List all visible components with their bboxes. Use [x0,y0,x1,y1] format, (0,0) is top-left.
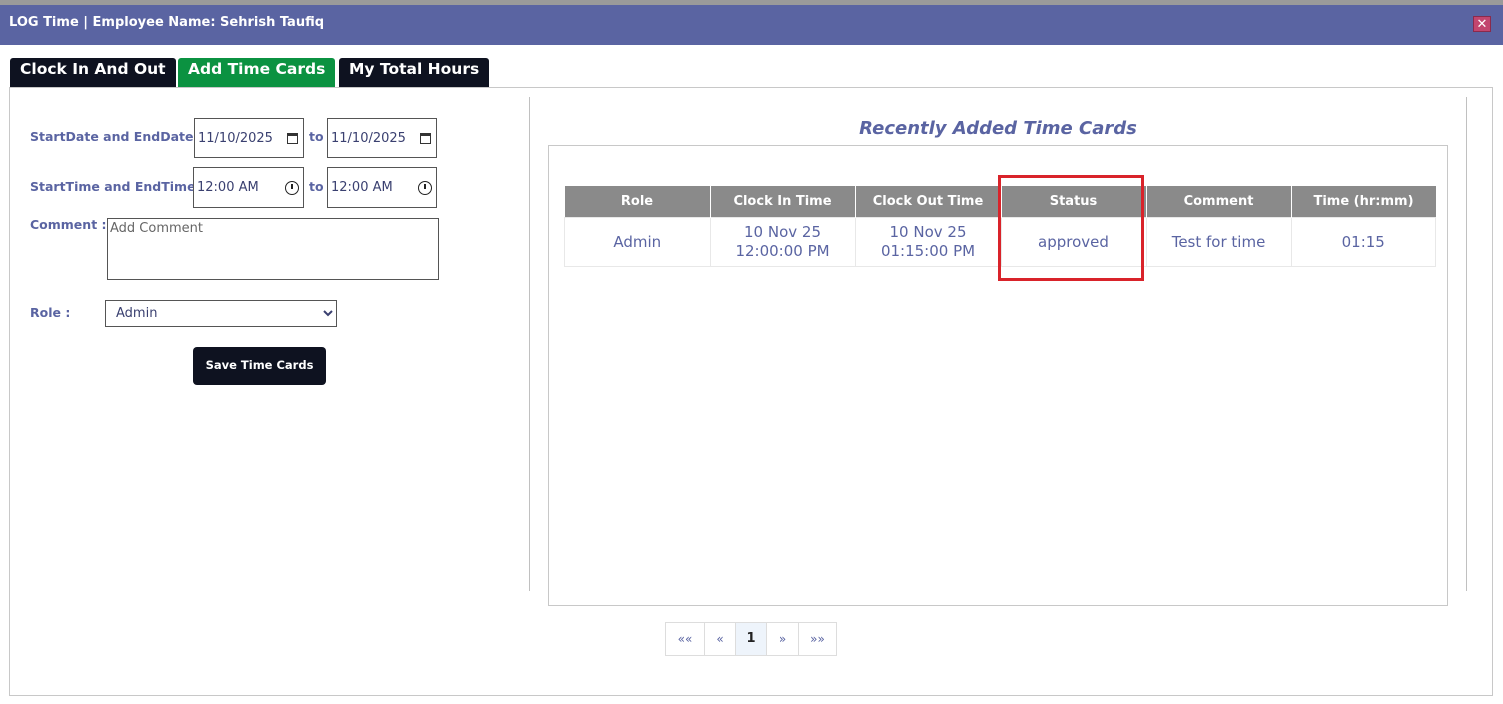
tab-clock-in-and-out[interactable]: Clock In And Out [10,58,176,87]
end-date-value: 11/10/2025 [331,130,406,146]
date-range-label: StartDate and EndDate : [30,129,203,144]
clock-icon[interactable] [418,180,432,195]
role-label: Role : [30,305,71,320]
cell-role: Admin [564,217,711,267]
col-header-clock-out: Clock Out Time [855,186,1002,218]
cell-clock-in: 10 Nov 25 12:00:00 PM [709,217,856,267]
end-time-input[interactable]: 12:00 AM [327,167,437,208]
page-next-button[interactable]: » [766,622,799,656]
clock-in-time: 12:00:00 PM [735,242,830,260]
window-titlebar: LOG Time | Employee Name: Sehrish Taufiq… [0,0,1503,45]
clock-out-date: 10 Nov 25 [889,223,967,241]
page-prev-button[interactable]: « [704,622,736,656]
comment-label: Comment : [30,217,107,232]
start-time-input[interactable]: 12:00 AM [193,167,304,208]
close-icon[interactable]: ✕ [1473,16,1491,32]
cell-comment: Test for time [1145,217,1292,267]
end-date-input[interactable]: 11/10/2025 [327,118,437,158]
col-header-time: Time (hr:mm) [1291,186,1436,218]
clock-in-date: 10 Nov 25 [744,223,821,241]
col-header-role: Role [564,186,711,218]
clock-out-time: 01:15:00 PM [880,242,976,260]
tab-add-time-cards[interactable]: Add Time Cards [178,58,336,87]
time-range-label: StartTime and EndTime : [30,179,205,194]
clock-icon[interactable] [285,180,299,195]
col-header-clock-in: Clock In Time [710,186,856,218]
status-highlight-box [998,175,1144,281]
col-header-comment: Comment [1146,186,1292,218]
save-time-cards-button[interactable]: Save Time Cards [193,347,326,385]
end-time-value: 12:00 AM [331,180,393,195]
start-date-value: 11/10/2025 [198,130,273,146]
start-time-value: 12:00 AM [197,180,259,195]
cell-time: 01:15 [1290,217,1436,267]
date-to-label: to [309,129,324,144]
role-select[interactable]: Admin [105,300,337,327]
panel-title: Recently Added Time Cards [859,118,1137,139]
page-last-button[interactable]: »» [798,622,837,656]
tab-my-total-hours[interactable]: My Total Hours [339,58,490,87]
column-divider [529,97,530,591]
cell-clock-out: 10 Nov 25 01:15:00 PM [854,217,1002,267]
start-date-input[interactable]: 11/10/2025 [194,118,304,158]
time-to-label: to [309,179,324,194]
calendar-icon[interactable] [420,132,431,144]
page-current-button[interactable]: 1 [735,622,767,656]
window-title: LOG Time | Employee Name: Sehrish Taufiq [9,15,325,30]
pagination: «« « 1 » »» [665,622,837,656]
right-divider [1466,97,1467,591]
calendar-icon[interactable] [287,132,298,144]
page-first-button[interactable]: «« [665,622,705,656]
comment-input[interactable] [107,218,439,280]
top-strip [0,0,1503,5]
